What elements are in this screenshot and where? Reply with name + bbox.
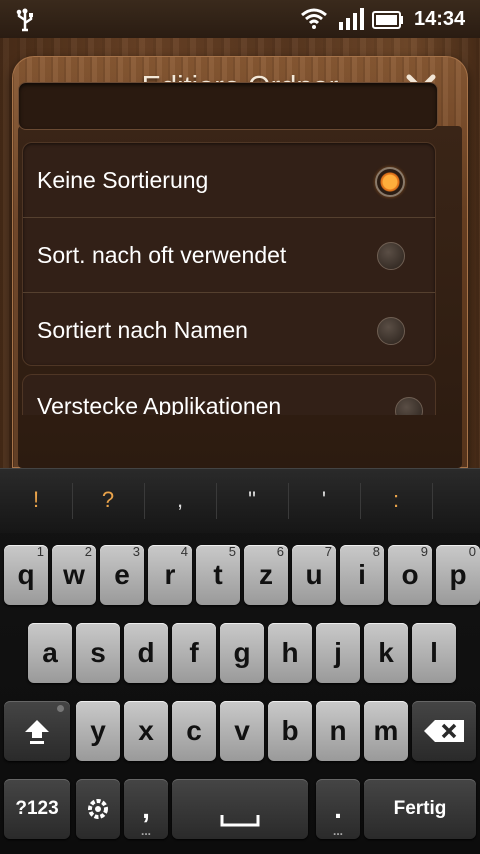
key-m[interactable]: m xyxy=(364,701,408,761)
key-letter: p xyxy=(449,559,467,590)
divider xyxy=(360,483,361,519)
key-digit: 3 xyxy=(132,544,140,559)
usb-icon xyxy=(16,8,33,32)
key-r[interactable]: 4r xyxy=(148,544,192,605)
status-time: 14:34 xyxy=(414,8,466,30)
key-j[interactable]: j xyxy=(316,623,360,683)
period-key[interactable]: .... xyxy=(316,779,360,839)
key-digit: 6 xyxy=(276,544,284,559)
key-letter: e xyxy=(114,559,130,590)
key-q[interactable]: 1q xyxy=(4,544,48,605)
sort-option-name[interactable]: Sortiert nach Namen xyxy=(23,292,435,367)
radio-selected-icon[interactable] xyxy=(375,167,405,197)
key-letter: q xyxy=(17,559,35,590)
status-bar: 14:34 xyxy=(0,0,480,38)
key-u[interactable]: 7u xyxy=(292,544,336,605)
hide-apps-label: Verstecke Applikationen xyxy=(37,393,282,415)
soft-keyboard: ! ? , " ' : 1q 2w 3e 4r 5t 6z 7u 8i 9o 0… xyxy=(0,468,480,854)
comma-key[interactable]: ,... xyxy=(124,779,168,839)
key-y[interactable]: y xyxy=(76,701,120,761)
battery-icon xyxy=(372,11,403,29)
key-o[interactable]: 9o xyxy=(388,544,432,605)
hide-apps-option[interactable]: Verstecke Applikationen xyxy=(22,374,436,415)
backspace-icon xyxy=(424,720,464,742)
suggestion-item[interactable]: , xyxy=(160,487,200,513)
sort-option-none[interactable]: Keine Sortierung xyxy=(23,143,435,217)
divider xyxy=(72,483,73,519)
suggestion-item[interactable]: : xyxy=(376,487,416,513)
shift-key[interactable] xyxy=(4,701,70,761)
radio-icon[interactable] xyxy=(377,242,405,270)
divider xyxy=(288,483,289,519)
space-key[interactable] xyxy=(172,779,308,839)
divider xyxy=(216,483,217,519)
settings-key[interactable] xyxy=(76,779,120,839)
more-dots: ... xyxy=(332,824,344,838)
key-n[interactable]: n xyxy=(316,701,360,761)
space-icon xyxy=(220,815,260,827)
key-k[interactable]: k xyxy=(364,623,408,683)
sort-option-frequent[interactable]: Sort. nach oft verwendet xyxy=(23,217,435,292)
key-letter: o xyxy=(401,559,419,590)
key-digit: 5 xyxy=(228,544,236,559)
wifi-icon xyxy=(301,8,327,29)
symbols-key[interactable]: ?123 xyxy=(4,779,70,839)
key-digit: 9 xyxy=(420,544,428,559)
key-d[interactable]: d xyxy=(124,623,168,683)
more-dots: ... xyxy=(140,824,152,838)
key-z[interactable]: 6z xyxy=(244,544,288,605)
key-l[interactable]: l xyxy=(412,623,456,683)
key-digit: 4 xyxy=(180,544,188,559)
key-letter: i xyxy=(358,559,366,590)
key-g[interactable]: g xyxy=(220,623,264,683)
key-letter: u xyxy=(305,559,323,590)
suggestion-item[interactable]: ? xyxy=(88,487,128,513)
key-digit: 0 xyxy=(468,544,476,559)
key-digit: 8 xyxy=(372,544,380,559)
key-digit: 7 xyxy=(324,544,332,559)
key-a[interactable]: a xyxy=(28,623,72,683)
key-letter: r xyxy=(164,559,176,590)
key-w[interactable]: 2w xyxy=(52,544,96,605)
key-i[interactable]: 8i xyxy=(340,544,384,605)
sort-option-label: Sortiert nach Namen xyxy=(37,316,248,343)
key-c[interactable]: c xyxy=(172,701,216,761)
sort-option-label: Keine Sortierung xyxy=(37,166,209,193)
key-digit: 2 xyxy=(84,544,92,559)
key-p[interactable]: 0p xyxy=(436,544,480,605)
suggestion-strip: ! ? , " ' : xyxy=(0,468,480,533)
suggestion-item[interactable]: ! xyxy=(16,487,56,513)
radio-icon[interactable] xyxy=(377,317,405,345)
key-t[interactable]: 5t xyxy=(196,544,240,605)
key-s[interactable]: s xyxy=(76,623,120,683)
settings-icon xyxy=(88,799,108,819)
key-digit: 1 xyxy=(36,544,44,559)
shift-icon xyxy=(25,720,49,744)
shift-indicator xyxy=(57,705,64,712)
key-f[interactable]: f xyxy=(172,623,216,683)
sort-option-label: Sort. nach oft verwendet xyxy=(37,241,287,268)
suggestion-item[interactable]: " xyxy=(232,487,272,513)
suggestion-item[interactable]: ' xyxy=(304,487,344,513)
period-label: . xyxy=(334,793,342,824)
key-v[interactable]: v xyxy=(220,701,264,761)
comma-label: , xyxy=(142,793,150,824)
folder-name-input[interactable] xyxy=(18,82,438,130)
sort-options-list: Keine Sortierung Sort. nach oft verwende… xyxy=(22,142,436,366)
key-letter: z xyxy=(259,559,273,590)
divider xyxy=(144,483,145,519)
radio-icon[interactable] xyxy=(395,397,423,415)
key-letter: t xyxy=(213,559,223,590)
key-h[interactable]: h xyxy=(268,623,312,683)
divider xyxy=(432,483,433,519)
signal-icon xyxy=(339,8,364,30)
key-b[interactable]: b xyxy=(268,701,312,761)
key-letter: w xyxy=(63,559,85,590)
key-e[interactable]: 3e xyxy=(100,544,144,605)
backspace-key[interactable] xyxy=(412,701,476,761)
key-x[interactable]: x xyxy=(124,701,168,761)
done-key[interactable]: Fertig xyxy=(364,779,476,839)
